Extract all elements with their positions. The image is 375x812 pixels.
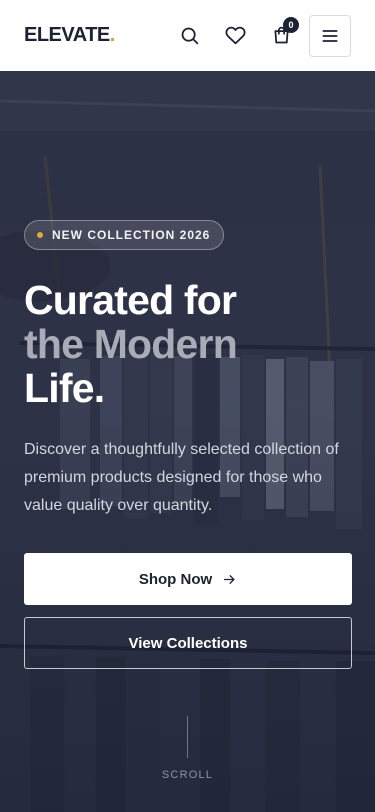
hero-headline: Curated for the Modern Life.: [24, 278, 351, 410]
badge-dot-icon: [37, 232, 43, 238]
headline-line-2: the Modern: [24, 321, 238, 367]
scroll-indicator-line: [187, 716, 188, 758]
scroll-indicator-label[interactable]: SCROLL: [0, 769, 375, 781]
search-icon: [181, 27, 198, 45]
site-header: ELEVATE. 0: [0, 0, 375, 71]
headline-line-3: Life.: [24, 365, 105, 411]
cart-button[interactable]: 0: [261, 16, 301, 56]
wishlist-button[interactable]: [215, 16, 255, 56]
heart-icon: [225, 26, 245, 45]
view-collections-button[interactable]: View Collections: [24, 617, 352, 669]
hero-section: NEW COLLECTION 2026 Curated for the Mode…: [0, 71, 375, 812]
shop-now-label: Shop Now: [138, 570, 213, 588]
hamburger-menu-icon: [322, 29, 338, 42]
cart-count-badge: 0: [283, 16, 299, 33]
new-collection-badge: NEW COLLECTION 2026: [24, 220, 225, 250]
arrow-right-icon: [224, 574, 235, 584]
search-button[interactable]: [169, 16, 209, 56]
shop-now-button[interactable]: Shop Now: [24, 553, 352, 605]
badge-label: NEW COLLECTION 2026: [52, 228, 211, 242]
menu-button[interactable]: [309, 14, 351, 57]
header-actions: 0: [163, 14, 351, 57]
view-collections-label: View Collections: [128, 634, 248, 652]
brand-logo[interactable]: ELEVATE.: [24, 24, 115, 47]
headline-line-1: Curated for: [24, 277, 237, 323]
hero-content: NEW COLLECTION 2026 Curated for the Mode…: [24, 220, 351, 520]
hero-description: Discover a thoughtfully selected collect…: [24, 441, 339, 514]
